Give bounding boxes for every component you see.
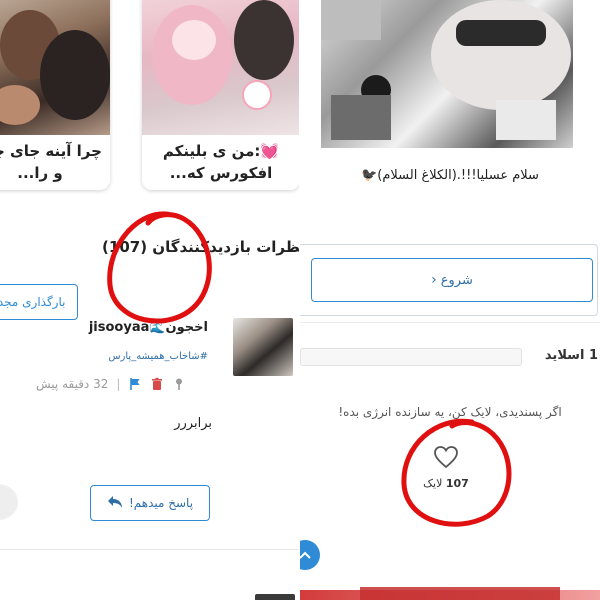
chevron-left-icon: ‹ — [431, 272, 437, 288]
scroll-top-button[interactable] — [300, 540, 320, 570]
trash-icon[interactable] — [150, 377, 164, 391]
reply-label: پاسخ میدهم! — [128, 496, 194, 510]
slide-counter: 1 اسلاید — [544, 348, 598, 363]
meta-separator: | — [116, 377, 121, 391]
start-label: شروع — [440, 272, 473, 288]
comment-time: 32 دقیقه پیش — [36, 377, 109, 391]
reload-button[interactable]: بارگذاری مجدد — [0, 284, 78, 320]
like-unit: لایک — [423, 477, 443, 490]
like-count: 107 لایک — [300, 477, 592, 490]
slideshow-start-box: شروع ‹ — [300, 244, 598, 316]
like-hint: اگر پسندیدی، لایک کن، یه سازنده انرژی بد… — [338, 405, 562, 419]
comment-hashtag[interactable]: #شاخاب_همیشه_پارس — [108, 351, 208, 362]
annotation-circle — [401, 418, 512, 527]
post-thumbnail — [142, 0, 300, 135]
comments-header: نظرات بازدیدکنندگان (107) — [102, 238, 300, 256]
comment-meta: 32 دقیقه پیش | — [36, 374, 216, 394]
related-post-title: 💓:من ی بلینکم افکورس که... — [162, 142, 280, 182]
related-post-title: چرا آینه جای چپ و را... — [0, 142, 102, 182]
start-button[interactable]: شروع ‹ — [311, 258, 593, 302]
post-caption: سلام عسلیا!!!.(الکلاغ السلام)🐦‍⬛ — [361, 168, 539, 183]
next-section-title — [360, 587, 560, 600]
pin-icon[interactable] — [172, 377, 186, 391]
related-post-card[interactable]: 💓:من ی بلینکم افکورس که... — [142, 0, 300, 190]
annotation-circle — [107, 211, 212, 324]
avatar[interactable] — [233, 318, 293, 376]
chevron-up-icon — [300, 551, 311, 559]
avatar-placeholder — [0, 484, 18, 520]
slide-progress-track — [300, 348, 522, 366]
post-thumbnail — [0, 0, 110, 135]
related-post-card[interactable]: چرا آینه جای چپ و را... — [0, 0, 110, 190]
reply-arrow-icon — [107, 495, 123, 512]
divider — [300, 322, 600, 323]
divider — [0, 549, 300, 550]
avatar[interactable] — [255, 594, 295, 600]
post-image[interactable] — [321, 0, 573, 148]
like-count-value: 107 — [445, 477, 469, 490]
comment-body: برابررر — [174, 416, 212, 431]
flag-icon[interactable] — [128, 377, 142, 391]
heart-icon[interactable] — [433, 445, 459, 469]
reply-button[interactable]: پاسخ میدهم! — [90, 485, 210, 521]
post-panel: سلام عسلیا!!!.(الکلاغ السلام)🐦‍⬛ شروع ‹ … — [300, 0, 600, 600]
comments-panel: چرا آینه جای چپ و را... 💓:من ی بلینکم اف… — [0, 0, 300, 600]
comment-username[interactable]: اخجون🌊jisooyaa — [89, 320, 208, 335]
